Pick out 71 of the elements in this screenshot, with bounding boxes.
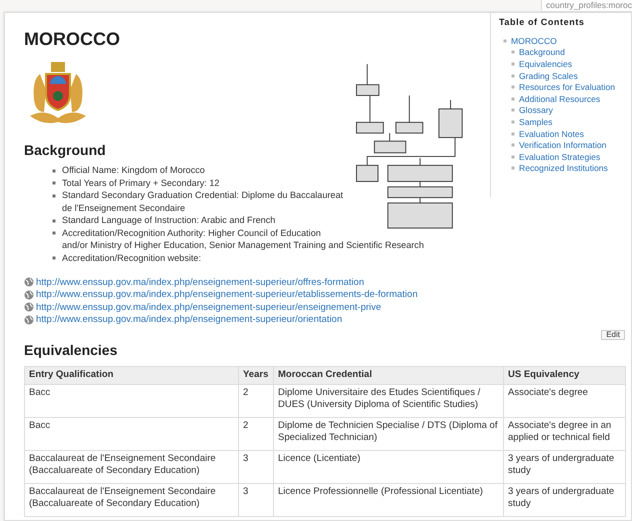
bullet-icon <box>511 74 515 78</box>
globe-icon <box>24 290 34 300</box>
bullet-icon <box>503 38 507 43</box>
toc-link[interactable]: MOROCCO <box>511 36 557 46</box>
table-cell: 3 <box>238 483 274 516</box>
toc-heading: Table of Contents <box>499 17 586 27</box>
globe-icon <box>24 314 34 325</box>
toc-link[interactable]: Recognized Institutions <box>519 163 608 174</box>
globe-icon <box>24 302 34 312</box>
table-cell: Baccalaureat de l'Enseignement Secondaire (Baccaluareate of Secondary Education) <box>24 483 238 516</box>
fact-text: Total Years of Primary + Secondary: 12 <box>62 176 220 189</box>
toc-link[interactable]: Evaluation Notes <box>519 128 584 139</box>
column-header: Entry Qualification <box>24 366 238 384</box>
table-cell: Baccalaureat de l'Enseignement Secondaire (Baccaluareate of Secondary Education) <box>24 450 238 483</box>
table-cell: 2 <box>238 417 274 450</box>
table-cell: Bacc <box>24 417 238 450</box>
bullet-icon <box>511 96 515 101</box>
toc-link[interactable]: Equivalencies <box>519 58 572 69</box>
section-heading: Background <box>24 142 106 158</box>
column-header: Moroccan Credential <box>274 366 504 384</box>
table-cell: Associate's degree <box>504 384 626 417</box>
toc-link[interactable]: Verification Information <box>519 140 606 150</box>
table-cell: 3 years of undergraduate study <box>504 483 626 516</box>
edit-button[interactable]: Edit <box>601 330 625 340</box>
coat-of-arms-drawing <box>30 62 86 124</box>
bullet-icon <box>52 194 56 198</box>
toc-link[interactable]: Additional Resources <box>519 94 600 104</box>
column-header: Years <box>238 366 274 384</box>
bullet-icon <box>511 132 515 136</box>
table-cell: Diplome de Technicien Specialise / DTS (Diploma of Specialized Technician) <box>274 417 504 450</box>
bullet-icon <box>511 108 515 112</box>
fact-text: Standard Secondary Graduation Credential: Diplome du Baccalaureat de l'Enseignement Secondaire <box>62 189 344 214</box>
bullet-icon <box>511 166 515 170</box>
bullet-icon <box>511 154 515 159</box>
bullet-icon <box>511 50 515 54</box>
toc-link[interactable]: Grading Scales <box>519 70 578 81</box>
breadcrumb-path: country_profiles:moroc <box>541 0 632 12</box>
fact-text: Accreditation/Recognition website: <box>62 252 202 264</box>
bullet-icon <box>511 62 515 66</box>
web-link[interactable]: http://www.enssup.gov.ma/index.php/enseignement-superieur/offres-formation <box>36 276 364 288</box>
bullet-icon <box>511 120 515 124</box>
bullet-icon <box>511 143 515 148</box>
bullet-icon <box>52 218 56 222</box>
web-link[interactable]: http://www.enssup.gov.ma/index.php/enseignement-superieur/orientation <box>36 314 342 326</box>
bullet-icon <box>52 256 56 260</box>
table-cell: Diplome Universitaire des Etudes Scientifiques / DUES (University Diploma of Scientific Studies) <box>274 384 504 417</box>
table-cell: 3 years of undergraduate study <box>504 450 626 483</box>
fact-text: Official Name: Kingdom of Morocco <box>62 164 205 176</box>
column-header: US Equivalency <box>504 366 626 384</box>
bullet-icon <box>52 168 56 172</box>
table-cell: Licence Professionnelle (Professional Licentiate) <box>274 483 504 516</box>
bullet-icon <box>511 85 515 90</box>
globe-icon <box>24 277 34 288</box>
table-cell: 2 <box>238 384 274 417</box>
section-heading: Equivalencies <box>24 342 118 358</box>
page-title: MOROCCO <box>24 29 120 50</box>
toc-link[interactable]: Glossary <box>519 105 553 116</box>
table-cell: Associate's degree in an applied or technical field <box>504 417 626 450</box>
toc-link[interactable]: Background <box>519 47 565 58</box>
table-cell: Licence (Licentiate) <box>274 450 504 483</box>
table-cell: Bacc <box>24 384 238 417</box>
bullet-icon <box>52 231 56 235</box>
fact-text: Accreditation/Recognition Authority: Higher Council of Education and/or Ministry of Higher Education, Senior Management Training and Scientific Research <box>62 226 424 252</box>
toc-link[interactable]: Evaluation Strategies <box>519 152 600 162</box>
web-link[interactable]: http://www.enssup.gov.ma/index.php/enseignement-superieur/enseignement-prive <box>36 302 382 313</box>
fact-text: Standard Language of Instruction: Arabic and French <box>62 214 276 226</box>
table-cell: 3 <box>238 450 274 483</box>
toc-link[interactable]: Samples <box>519 116 552 127</box>
bullet-icon <box>52 181 56 185</box>
web-link[interactable]: http://www.enssup.gov.ma/index.php/enseignement-superieur/etablissements-de-formation <box>36 289 418 300</box>
toc-link[interactable]: Resources for Evaluation <box>519 82 616 92</box>
